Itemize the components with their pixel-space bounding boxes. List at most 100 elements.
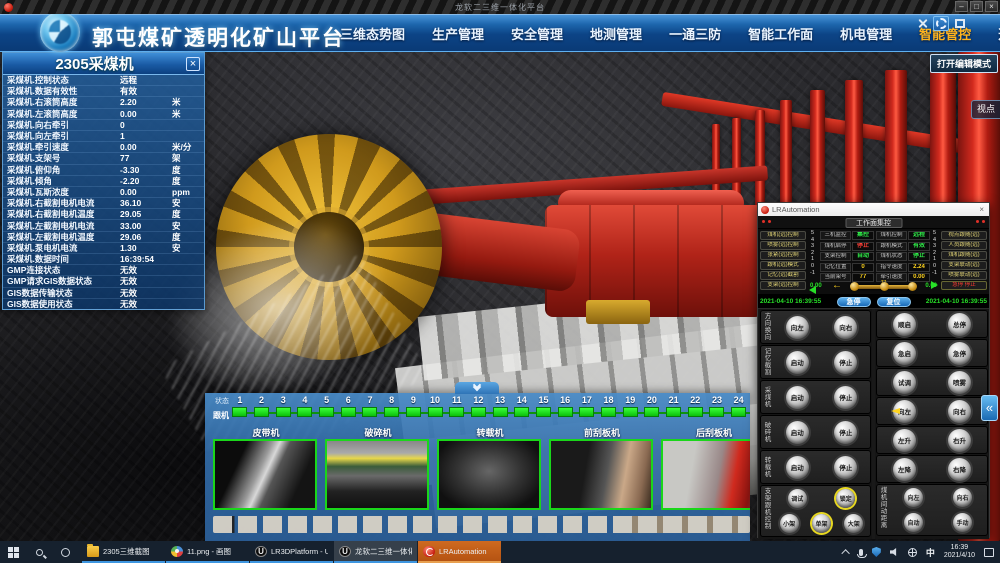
lra-close-icon[interactable]: × [977,205,986,214]
control-button[interactable]: 停止 [834,386,857,409]
control-button[interactable]: 启动 [786,351,809,374]
close-button[interactable]: × [985,1,998,12]
control-button[interactable]: 调试 [788,489,807,508]
control-button[interactable]: 自动 [904,513,923,532]
maximize-button[interactable]: □ [970,1,983,12]
data-unit: 度 [172,231,200,243]
control-button[interactable]: 停止 [834,351,857,374]
remote-mode-button[interactable]: 煤机(远)控制 [760,231,806,240]
collapse-panel-button[interactable]: « [981,395,998,421]
minimize-button[interactable]: – [955,1,968,12]
remote-mode-button[interactable]: 支架联动(远) [941,261,987,270]
control-button[interactable]: 启动 [786,386,809,409]
control-button[interactable]: 右升 [948,429,971,452]
taskbar-item[interactable]: 11.png - 画图 [166,541,249,563]
control-button[interactable]: 向左 [904,488,923,507]
camera-feed[interactable] [437,439,541,510]
workface-control-tab[interactable]: 工作面集控 [845,218,902,228]
control-button[interactable]: 停止 [834,456,857,479]
remote-mode-button[interactable]: 煤机跟随(远) [941,251,987,260]
remote-mode-button[interactable]: 喷雾联动(远) [941,271,987,280]
status-indicator-green [384,407,399,417]
estop-button[interactable]: 急停 [837,297,871,307]
control-button[interactable]: 急启 [893,342,916,365]
search-button[interactable] [26,541,52,563]
camera-feed[interactable] [549,439,653,510]
fullscreen-button[interactable] [952,16,968,31]
network-globe-icon[interactable] [908,548,917,557]
control-button[interactable]: 试调 [893,371,916,394]
tools-button[interactable] [914,16,930,31]
control-button[interactable]: 大架 [844,514,863,533]
control-button[interactable]: 停止 [834,421,857,444]
remote-mode-button[interactable]: 人员跟随(远) [941,241,987,250]
fullscreen-icon [955,19,965,28]
remote-mode-button[interactable]: 支架(远)控制 [760,281,806,290]
slider-knob[interactable] [880,282,889,291]
nav-menu-item[interactable]: 一通三防 [669,24,721,43]
camera-label: 转载机 [434,426,546,439]
close-icon[interactable]: × [186,57,200,71]
speaker-icon[interactable] [890,548,899,556]
control-button[interactable]: 左降 [893,458,916,481]
nav-menu-item[interactable]: 机电管理 [840,24,892,43]
remote-mode-button[interactable]: 视点跟随(远) [941,231,987,240]
shearer-position-slider[interactable]: 77 [852,285,915,289]
control-button[interactable]: 向左 [786,316,809,339]
control-button[interactable]: 手动 [953,513,972,532]
slider-knob[interactable] [908,282,917,291]
remote-mode-button[interactable]: 跟机(远)模式 [760,261,806,270]
taskbar-item[interactable]: LRAutomation [418,541,501,563]
control-button[interactable]: 向右 [834,316,857,339]
nav-menu-item[interactable]: 地测管理 [590,24,642,43]
nav-menu-item[interactable]: 智能工作面 [748,24,813,43]
slider-knob[interactable] [850,282,859,291]
control-button[interactable]: 喷雾 [948,371,971,394]
nav-menu-item[interactable]: 生产管理 [432,24,484,43]
thumbnail-strip[interactable] [213,516,750,533]
control-button[interactable]: 启动 [786,456,809,479]
control-button[interactable]: 右降 [948,458,971,481]
row-label: 采煤机 [763,387,773,408]
task-view-button[interactable] [52,541,78,563]
viewpoint-tab[interactable]: 视点 [971,100,1000,119]
control-button[interactable]: 向左 [893,400,916,423]
nav-menu-item[interactable]: 三维态势图 [340,24,405,43]
taskbar-item[interactable]: 2305三维截图 [82,541,165,563]
taskbar-item[interactable]: LR3DPlatform - U... [250,541,333,563]
remote-mode-button[interactable]: 记忆(远)截割 [760,271,806,280]
action-center-icon[interactable] [984,548,994,557]
taskbar-item[interactable]: 龙软二三维一体化... [334,541,417,563]
remote-mode-button[interactable]: 急停 停止 [941,281,987,290]
nav-menu-item[interactable]: 安全管理 [511,24,563,43]
control-button[interactable]: 锁定 [836,489,855,508]
camera-feed[interactable] [213,439,317,510]
control-button[interactable]: 启动 [786,421,809,444]
camera-feed[interactable] [661,439,750,510]
open-edit-mode-button[interactable]: 打开编辑模式 [930,54,998,73]
control-button[interactable]: 左升 [893,429,916,452]
remote-mode-button[interactable]: 喷雾(远)控制 [760,241,806,250]
control-button[interactable]: 顺启 [893,313,916,336]
reset-button[interactable]: 复位 [877,297,911,307]
control-button[interactable]: 向右 [953,488,972,507]
tray-expand-icon[interactable] [841,549,849,557]
data-value: 16:39:54 [120,254,172,264]
block-label: 支架跟机控制 [763,488,773,536]
control-button[interactable]: 单架 [812,514,831,533]
control-button[interactable]: 向右 [948,400,971,423]
control-button[interactable]: 总停 [948,313,971,336]
clock[interactable]: 16:39 2021/4/10 [944,544,975,560]
data-label: 采煤机.右截割电机温度 [7,208,120,220]
camera-feed[interactable] [325,439,429,510]
control-button[interactable]: 小架 [780,514,799,533]
start-button[interactable] [0,541,26,563]
input-method-indicator[interactable]: 中 [926,546,935,559]
lra-tabbar: 工作面集控 [758,216,989,229]
remote-mode-button[interactable]: 张紧(远)控制 [760,251,806,260]
microphone-icon[interactable] [859,549,863,556]
settings-button[interactable] [933,16,949,31]
collapse-status-panel-tab[interactable] [455,382,499,394]
security-shield-icon[interactable] [872,547,881,557]
control-button[interactable]: 急停 [948,342,971,365]
